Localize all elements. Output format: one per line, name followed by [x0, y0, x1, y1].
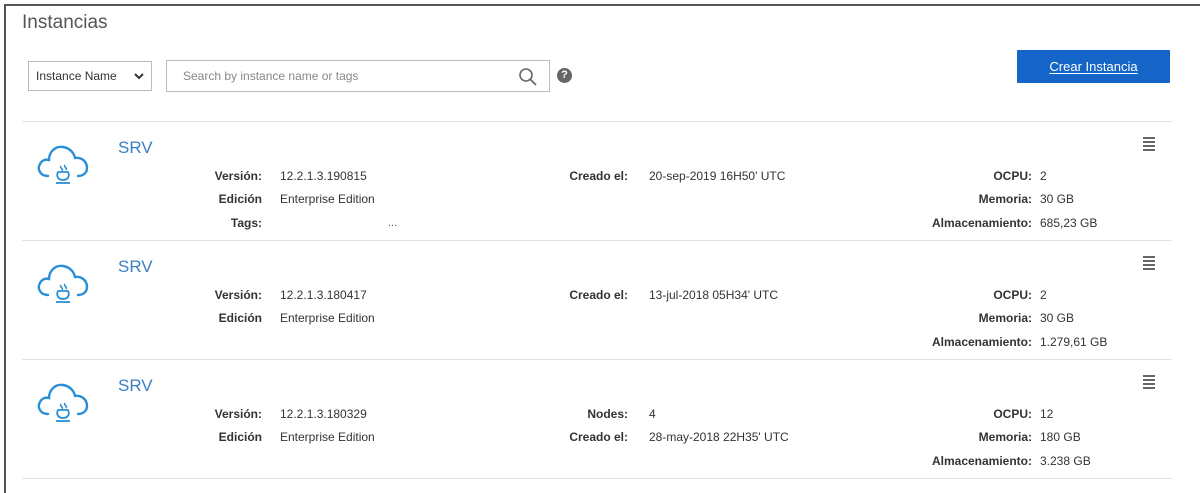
filter-field-select[interactable]: Instance Name — [28, 61, 152, 91]
version-label: Versión: — [214, 288, 262, 302]
instance-name-link[interactable]: SRV — [118, 376, 153, 396]
version-value: 12.2.1.3.180417 — [280, 288, 367, 302]
java-cloud-icon — [37, 145, 89, 184]
ocpu-label: OCPU: — [993, 407, 1032, 421]
menu-icon[interactable] — [1142, 136, 1156, 152]
created-label: Creado el: — [569, 169, 628, 183]
search-input[interactable]: Search by instance name or tags — [166, 60, 550, 92]
version-value: 12.2.1.3.190815 — [280, 169, 367, 183]
java-cloud-icon — [37, 383, 89, 422]
ocpu-value: 2 — [1040, 169, 1047, 183]
storage-label: Almacenamiento: — [931, 454, 1032, 468]
memory-label: Memoria: — [978, 430, 1032, 444]
edition-value: Enterprise Edition — [280, 430, 375, 444]
search-placeholder: Search by instance name or tags — [183, 69, 359, 83]
filter-select-value: Instance Name — [36, 69, 117, 83]
menu-icon[interactable] — [1142, 374, 1156, 390]
created-label: Creado el: — [569, 430, 628, 444]
nodes-value: 4 — [649, 407, 656, 421]
chevron-down-icon — [134, 73, 144, 80]
menu-icon[interactable] — [1142, 255, 1156, 271]
edition-label: Edición — [218, 192, 262, 206]
memory-value: 30 GB — [1040, 311, 1075, 325]
memory-label: Memoria: — [978, 192, 1032, 206]
storage-label: Almacenamiento: — [931, 216, 1032, 230]
edition-value: Enterprise Edition — [280, 311, 375, 325]
tags-value: ... — [388, 217, 398, 229]
nodes-label: Nodes: — [587, 407, 628, 421]
instance-card: SRV Versión: 12.2.1.3.190815 Edición Ent… — [22, 122, 1172, 240]
version-value: 12.2.1.3.180329 — [280, 407, 367, 421]
create-instance-button[interactable]: Crear Instancia — [1017, 50, 1170, 83]
storage-label: Almacenamiento: — [931, 335, 1032, 349]
edition-label: Edición — [218, 311, 262, 325]
tags-label: Tags: — [230, 216, 262, 230]
memory-value: 180 GB — [1040, 430, 1081, 444]
memory-label: Memoria: — [978, 311, 1032, 325]
help-icon[interactable]: ? — [557, 68, 572, 83]
page-title: Instancias — [22, 12, 108, 33]
created-value: 20-sep-2019 16H50' UTC — [649, 169, 786, 183]
create-instance-label: Crear Instancia — [1049, 59, 1138, 74]
search-icon[interactable] — [517, 66, 539, 88]
created-label: Creado el: — [569, 288, 628, 302]
ocpu-value: 12 — [1040, 407, 1054, 421]
memory-value: 30 GB — [1040, 192, 1075, 206]
ocpu-value: 2 — [1040, 288, 1047, 302]
divider — [22, 478, 1172, 479]
created-value: 13-jul-2018 05H34' UTC — [649, 288, 779, 302]
instance-card: SRV Versión: 12.2.1.3.180329 Edición Ent… — [22, 360, 1172, 478]
instance-name-link[interactable]: SRV — [118, 138, 153, 158]
storage-value: 1.279,61 GB — [1040, 335, 1108, 349]
storage-value: 685,23 GB — [1040, 216, 1098, 230]
version-label: Versión: — [214, 407, 262, 421]
java-cloud-icon — [37, 264, 89, 303]
version-label: Versión: — [214, 169, 262, 183]
instance-name-link[interactable]: SRV — [118, 257, 153, 277]
storage-value: 3.238 GB — [1040, 454, 1091, 468]
edition-label: Edición — [218, 430, 262, 444]
created-value: 28-may-2018 22H35' UTC — [649, 430, 789, 444]
instance-card: SRV Versión: 12.2.1.3.180417 Edición Ent… — [22, 241, 1172, 359]
ocpu-label: OCPU: — [993, 169, 1032, 183]
edition-value: Enterprise Edition — [280, 192, 375, 206]
ocpu-label: OCPU: — [993, 288, 1032, 302]
